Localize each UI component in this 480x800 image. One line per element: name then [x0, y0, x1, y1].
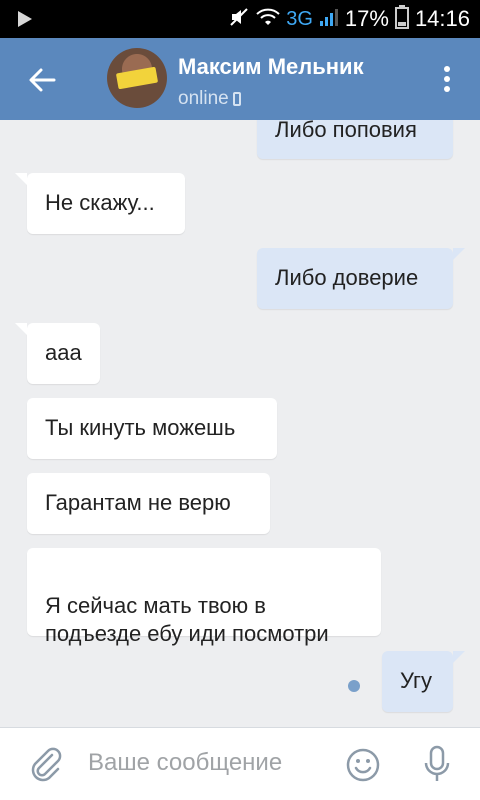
back-arrow-icon[interactable]: [26, 64, 58, 96]
message-text: Либо доверие: [275, 265, 419, 290]
status-icons: 3G 17% 14:16: [228, 0, 470, 38]
online-status-text: online: [178, 88, 229, 109]
message-bubble-outgoing[interactable]: Либо поповия: [257, 120, 453, 159]
message-list[interactable]: Либо поповия Не скажу... Либо доверие аа…: [0, 120, 480, 727]
unread-indicator: [348, 680, 360, 692]
microphone-icon[interactable]: [420, 744, 454, 784]
message-text: Не скажу...: [45, 190, 155, 215]
battery-icon: [394, 4, 409, 34]
message-bubble-outgoing[interactable]: Угу: [382, 651, 465, 712]
battery-percent: 17%: [344, 6, 389, 31]
message-bubble-incoming[interactable]: Ты кинуть можешь: [27, 398, 277, 459]
mute-icon: [228, 6, 250, 33]
message-bubble-incoming[interactable]: Гарантам не верю: [27, 473, 270, 534]
message-bubble-incoming[interactable]: Я сейчас мать твою в подъезде ебу иди по…: [27, 548, 381, 646]
chat-header: Максим Мельник online: [0, 38, 480, 120]
message-bubble-incoming[interactable]: ааа: [15, 323, 100, 384]
paperclip-icon[interactable]: [28, 746, 62, 782]
message-text: ааа: [45, 340, 82, 365]
message-input[interactable]: [86, 742, 330, 784]
message-text: Гарантам не верю: [45, 490, 231, 515]
contact-status: online: [178, 88, 241, 110]
composer-bar: [0, 727, 480, 800]
contact-name[interactable]: Максим Мельник: [178, 54, 364, 80]
message-text: Либо поповия: [275, 120, 417, 142]
status-bar: 3G 17% 14:16: [0, 0, 480, 38]
network-type: 3G: [286, 7, 313, 30]
message-text: Угу: [400, 668, 433, 693]
message-bubble-outgoing[interactable]: Либо доверие: [257, 248, 465, 309]
message-text: Ты кинуть можешь: [45, 415, 236, 440]
emoji-icon[interactable]: [344, 746, 382, 784]
media-play-icon: [18, 11, 32, 27]
signal-icon: [319, 7, 339, 32]
message-text: Я сейчас мать твою в подъезде ебу иди по…: [45, 593, 329, 646]
wifi-icon: [256, 7, 280, 32]
message-bubble-incoming[interactable]: Не скажу...: [15, 173, 185, 234]
mobile-phone-icon: [232, 92, 241, 106]
clock: 14:16: [414, 6, 470, 31]
more-options-icon[interactable]: [440, 66, 454, 96]
avatar[interactable]: [107, 48, 167, 108]
